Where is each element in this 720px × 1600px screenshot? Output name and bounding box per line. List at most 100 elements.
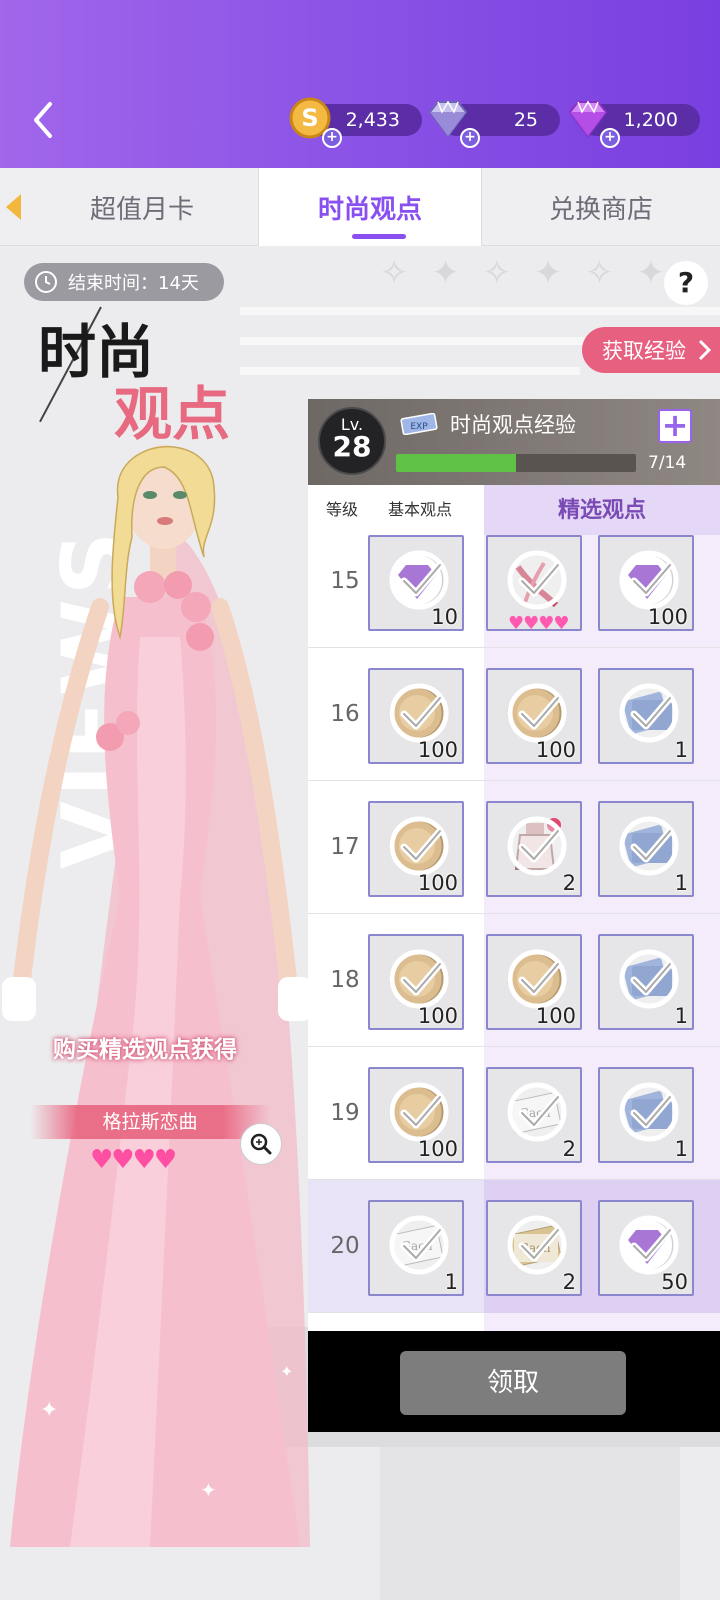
diamond-value: 25 — [513, 109, 538, 131]
clock-icon — [35, 271, 57, 293]
svg-text:EXP: EXP — [410, 422, 428, 432]
basic-reward-slot[interactable]: Gach1 — [368, 1200, 464, 1296]
claim-bar: 领取 — [308, 1331, 720, 1432]
basic-reward-slot[interactable]: 100 — [368, 934, 464, 1030]
bg-block — [380, 1447, 680, 1600]
claim-button[interactable]: 领取 — [400, 1351, 626, 1415]
claimed-check-icon — [619, 683, 679, 743]
premium-reward-slot[interactable]: 1 — [598, 934, 694, 1030]
level-badge: Lv. 28 — [318, 407, 386, 475]
chevron-left-icon — [34, 102, 52, 138]
reward-row: 19100Gach21 — [308, 1047, 720, 1180]
reward-row: 17 100 2 1 — [308, 781, 720, 914]
reward-quantity: 2 — [562, 1270, 576, 1294]
active-tab-indicator — [352, 234, 406, 239]
claimed-check-icon — [507, 550, 567, 610]
claimed-check-icon — [389, 550, 449, 610]
basic-reward-slot[interactable]: 100 — [368, 1067, 464, 1163]
exp-header: Lv. 28 EXP 时尚观点经验 + 7/14 — [308, 399, 720, 485]
exp-progress-fill — [396, 454, 516, 472]
gem-counter[interactable]: + 1,200 — [568, 100, 700, 148]
magnifier-icon — [250, 1133, 272, 1155]
level-value: 28 — [332, 430, 372, 463]
reward-quantity: 100 — [417, 1004, 458, 1028]
premium-reward-slot[interactable]: 1 — [598, 801, 694, 897]
claimed-check-icon — [507, 816, 567, 876]
basic-reward-slot[interactable]: 100 — [368, 668, 464, 764]
add-exp-button[interactable]: + — [658, 409, 692, 443]
claimed-check-icon — [619, 816, 679, 876]
svg-text:✦: ✦ — [40, 1398, 58, 1423]
tab-monthly-card[interactable]: 超值月卡 — [26, 168, 258, 246]
claimed-check-icon — [507, 1215, 567, 1275]
premium-reward-slot[interactable]: 50 — [598, 1200, 694, 1296]
reward-row: 15 10 100 ♥♥♥♥ — [308, 535, 720, 648]
premium-reward-slot[interactable]: Gach2 — [486, 1067, 582, 1163]
premium-reward-slot[interactable]: 2 — [486, 801, 582, 897]
reward-quantity: 100 — [417, 738, 458, 762]
triangle-left-icon — [6, 194, 21, 220]
add-coin-button[interactable]: + — [322, 128, 342, 148]
reward-quantity: 1 — [674, 871, 688, 895]
add-gem-button[interactable]: + — [600, 128, 620, 148]
help-button[interactable]: ? — [664, 261, 708, 305]
fashion-views-panel: Lv. 28 EXP 时尚观点经验 + 7/14 等级 基本观点 精选观点 1 5… — [308, 399, 720, 1432]
claimed-check-icon — [619, 1215, 679, 1275]
tab-exchange-shop[interactable]: 兑换商店 — [482, 168, 720, 246]
claimed-check-icon — [389, 816, 449, 876]
add-diamond-button[interactable]: + — [460, 128, 480, 148]
reward-rating-hearts: ♥♥♥♥ — [508, 613, 570, 634]
reward-quantity: 100 — [647, 605, 688, 629]
claimed-check-icon — [389, 1215, 449, 1275]
premium-reward-slot[interactable]: 1 — [598, 668, 694, 764]
premium-reward-slot[interactable]: Gach2 — [486, 1200, 582, 1296]
reward-row: 18 100 100 1 — [308, 914, 720, 1047]
reward-quantity: 1 — [674, 1004, 688, 1028]
reward-quantity: 10 — [431, 605, 458, 629]
reward-quantity: 50 — [661, 1270, 688, 1294]
dress-name-banner: 格拉斯恋曲 — [30, 1105, 270, 1139]
claimed-check-icon — [389, 949, 449, 1009]
dress-rating-hearts: ♥♥♥♥ — [90, 1145, 177, 1175]
end-time-text: 结束时间：14天 — [68, 273, 199, 294]
claimed-check-icon — [619, 949, 679, 1009]
reward-quantity: 100 — [417, 871, 458, 895]
reward-quantity: 1 — [674, 1137, 688, 1161]
exp-ticket-icon: EXP — [400, 413, 438, 435]
premium-reward-slot[interactable]: 100 — [486, 668, 582, 764]
reward-row: 16 100 100 1 — [308, 648, 720, 781]
claimed-check-icon — [389, 1082, 449, 1142]
reward-list[interactable]: 15 10 100 ♥♥♥♥ 16 100 100 1 17 100 2 1 18 100 100 1 19 10… — [308, 535, 720, 1331]
reward-quantity: 2 — [562, 871, 576, 895]
diamond-counter[interactable]: + 25 — [428, 100, 560, 148]
reward-quantity: 100 — [535, 738, 576, 762]
back-button[interactable] — [22, 96, 62, 144]
coin-counter[interactable]: S + 2,433 — [289, 97, 422, 148]
buy-premium-tip: 购买精选观点获得 — [53, 1036, 237, 1063]
sparkle-decoration: ✧ ✦ ✧ ✦ ✧ ✦ — [380, 253, 671, 293]
reward-quantity: 100 — [417, 1137, 458, 1161]
exp-title: 时尚观点经验 — [450, 413, 576, 437]
bg-stripe — [240, 307, 720, 315]
premium-reward-slot[interactable]: 1 — [598, 1067, 694, 1163]
svg-text:S: S — [301, 104, 318, 132]
reward-row: 20Gach1Gach250 — [308, 1180, 720, 1313]
tab-bar: 超值月卡 时尚观点 兑换商店 — [0, 168, 720, 246]
claimed-check-icon — [389, 683, 449, 743]
basic-reward-slot[interactable]: 100 — [368, 801, 464, 897]
column-headers: 等级 基本观点 精选观点 — [308, 485, 720, 535]
chevron-right-icon — [698, 339, 712, 361]
model-illustration: ✦ ✦ ✦ — [2, 445, 312, 1547]
claimed-check-icon — [507, 683, 567, 743]
premium-reward-slot[interactable]: 100 — [486, 934, 582, 1030]
zoom-button[interactable] — [240, 1123, 282, 1165]
end-time-badge: 结束时间：14天 — [24, 263, 224, 301]
tab-scroll-left[interactable] — [0, 188, 26, 226]
bg-stripe — [240, 367, 580, 375]
reward-quantity: 1 — [444, 1270, 458, 1294]
col-basic: 基本观点 — [388, 500, 453, 519]
premium-reward-slot[interactable]: 100 — [598, 535, 694, 631]
get-exp-button[interactable]: 获取经验 — [582, 327, 720, 373]
col-premium: 精选观点 — [484, 485, 720, 535]
basic-reward-slot[interactable]: 10 — [368, 535, 464, 631]
